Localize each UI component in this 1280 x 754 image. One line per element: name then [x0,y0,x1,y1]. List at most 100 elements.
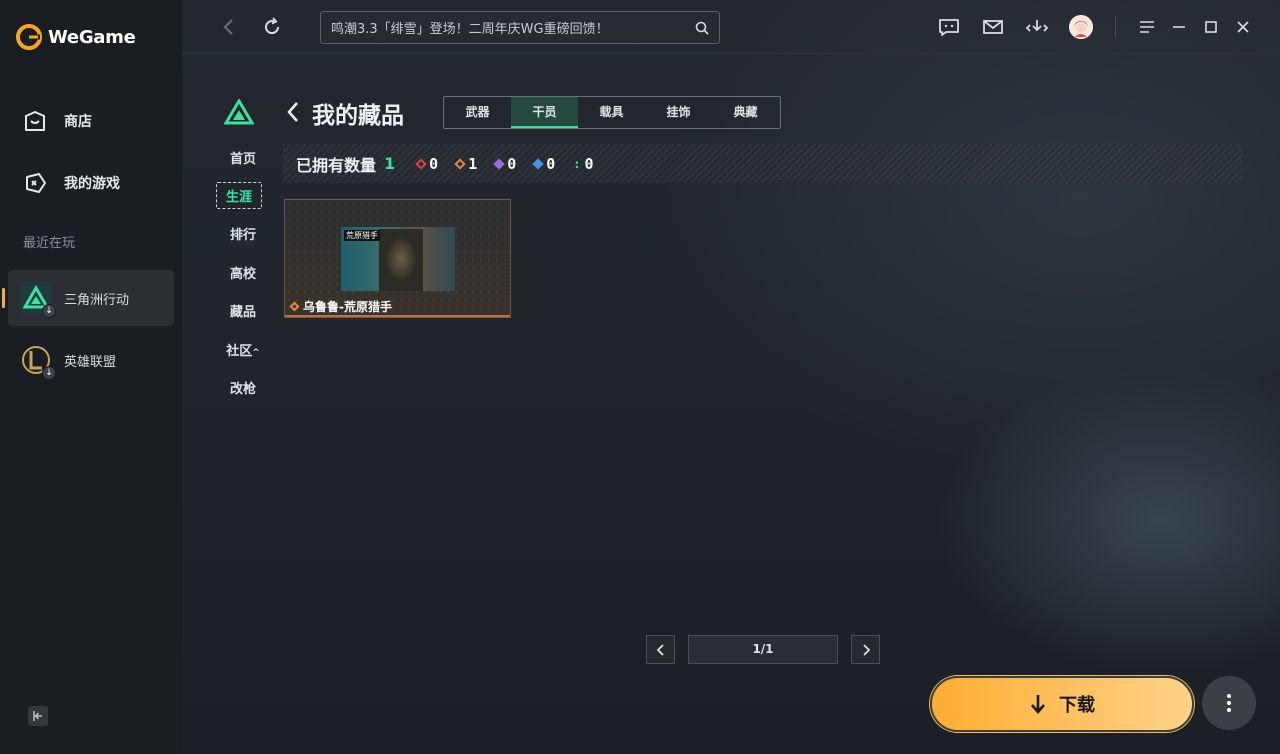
game-nav-gun-mod[interactable]: 改枪 [222,378,264,397]
left-sidebar: WeGame 商店 我的游戏 最近在玩 ↓ 三角洲行动 ↓ 英雄联盟 [0,0,182,754]
maximize-button[interactable] [1198,14,1224,40]
operator-image: 荒原猎手 [341,227,455,291]
sidebar-item-label: 我的游戏 [64,176,120,192]
close-button[interactable] [1230,14,1256,40]
chevron-up-icon: ^ [252,348,260,358]
rarity-stat-purple: 0 [493,154,517,173]
download-manager-icon [1025,20,1049,32]
collapse-sidebar-button[interactable] [28,706,48,726]
page-indicator: 1/1 [688,635,838,664]
recent-games-label: 最近在玩 [23,236,76,251]
sidebar-item-my-games[interactable]: 我的游戏 [22,170,120,196]
game-nav-ranking[interactable]: 排行 [222,224,264,243]
search-icon[interactable] [695,21,709,35]
operator-figure [379,229,423,291]
download-arrow-icon [1031,695,1045,714]
league-of-legends-icon: ↓ [20,344,56,380]
orange-gem-icon [454,157,466,170]
rarity-stat-orange: 1 [454,154,478,173]
more-vertical-icon [1227,694,1231,712]
operator-card-name: 乌鲁鲁-荒原猎手 [289,298,392,315]
game-nav-collection[interactable]: 藏品 [222,301,264,320]
rarity-count: 0 [507,154,517,173]
game-nav-career[interactable]: 生涯 [216,182,262,209]
download-button[interactable]: 下载 [930,676,1194,732]
tab-weapons[interactable]: 武器 [444,97,511,128]
tab-operators[interactable]: 干员 [511,97,578,128]
game-nav-community[interactable]: 社区^ [222,340,264,359]
sidebar-game-league-of-legends[interactable]: ↓ 英雄联盟 [8,332,174,388]
back-nav-button[interactable] [216,14,242,40]
rarity-count: 0 [546,154,556,173]
rarity-stripe [285,315,510,317]
chat-button[interactable] [936,14,962,40]
collection-tabs: 武器 干员 载具 挂饰 典藏 [443,96,781,129]
operator-skin-tag: 荒原猎手 [344,230,380,241]
red-gem-icon [415,157,427,170]
rarity-count: 1 [468,154,478,173]
minimize-button[interactable] [1166,14,1192,40]
mail-button[interactable] [980,14,1006,40]
chevron-left-icon [656,643,664,656]
delta-force-icon: ↓ [20,282,56,318]
game-nav-home[interactable]: 首页 [222,148,264,167]
green-gem-icon: : [573,156,581,171]
collapse-left-icon [33,711,42,721]
menu-button[interactable] [1134,14,1160,40]
game-label: 英雄联盟 [64,354,117,370]
chevron-left-icon [223,19,233,35]
rarity-stat-green: : 0 [573,155,593,173]
avatar-icon [1069,15,1093,39]
mail-icon [983,20,1003,34]
close-icon [1237,21,1249,33]
delta-force-logo-icon[interactable] [224,99,254,125]
tab-charms[interactable]: 挂饰 [645,97,712,128]
refresh-icon [265,17,280,35]
gamepad-icon [26,173,46,193]
orange-gem-icon [289,301,300,312]
game-nav-community-label: 社区 [226,344,253,359]
back-arrow-icon[interactable] [286,100,300,124]
rarity-stat-red: 0 [415,154,439,173]
owned-stats-bar: 已拥有数量 1 0 1 0 0 : 0 [283,144,1243,183]
wegame-logo-icon [16,24,42,50]
chevron-right-icon [862,643,870,656]
more-options-button[interactable] [1202,676,1256,730]
main-content: 鸣潮3.3「绯雪」登场！二周年庆WG重磅回馈！ 首页 生涯 排行 高校 藏品 社… [182,0,1280,754]
tab-vehicles[interactable]: 载具 [578,97,645,128]
maximize-icon [1205,21,1217,33]
operator-name: 乌鲁鲁-荒原猎手 [303,300,392,314]
rarity-stat-blue: 0 [532,154,556,173]
sidebar-game-delta-force[interactable]: ↓ 三角洲行动 [2,270,174,326]
operator-card[interactable]: 荒原猎手 乌鲁鲁-荒原猎手 [284,199,511,318]
purple-gem-icon [493,157,505,170]
blue-gem-icon [532,157,544,170]
download-badge-icon: ↓ [42,366,56,380]
sidebar-item-store[interactable]: 商店 [22,108,92,134]
rarity-count: 0 [584,154,594,173]
page-title: 我的藏品 [312,103,404,129]
game-label: 三角洲行动 [64,292,130,308]
user-avatar[interactable] [1069,15,1093,39]
download-manager-button[interactable] [1024,14,1050,40]
menu-icon [1140,21,1154,33]
game-nav-college[interactable]: 高校 [222,263,264,282]
prev-page-button[interactable] [646,635,675,664]
download-badge-icon: ↓ [42,304,56,318]
wegame-logo[interactable]: WeGame [16,24,136,50]
topbar-divider [1115,16,1116,38]
top-bar: 鸣潮3.3「绯雪」登场！二周年庆WG重磅回馈！ [182,0,1280,54]
tab-vault[interactable]: 典藏 [712,97,779,128]
sidebar-item-label: 商店 [64,114,92,130]
search-bar[interactable]: 鸣潮3.3「绯雪」登场！二周年庆WG重磅回馈！ [320,11,720,44]
rarity-count: 0 [429,154,439,173]
download-label: 下载 [1059,695,1095,716]
chat-icon [939,19,959,36]
refresh-button[interactable] [259,14,285,40]
search-input[interactable]: 鸣潮3.3「绯雪」登场！二周年庆WG重磅回馈！ [331,18,695,37]
minimize-icon [1173,26,1185,28]
next-page-button[interactable] [851,635,880,664]
store-bag-icon [25,111,45,131]
owned-count-total: 1 [384,154,396,173]
owned-count-label: 已拥有数量 [296,155,377,175]
